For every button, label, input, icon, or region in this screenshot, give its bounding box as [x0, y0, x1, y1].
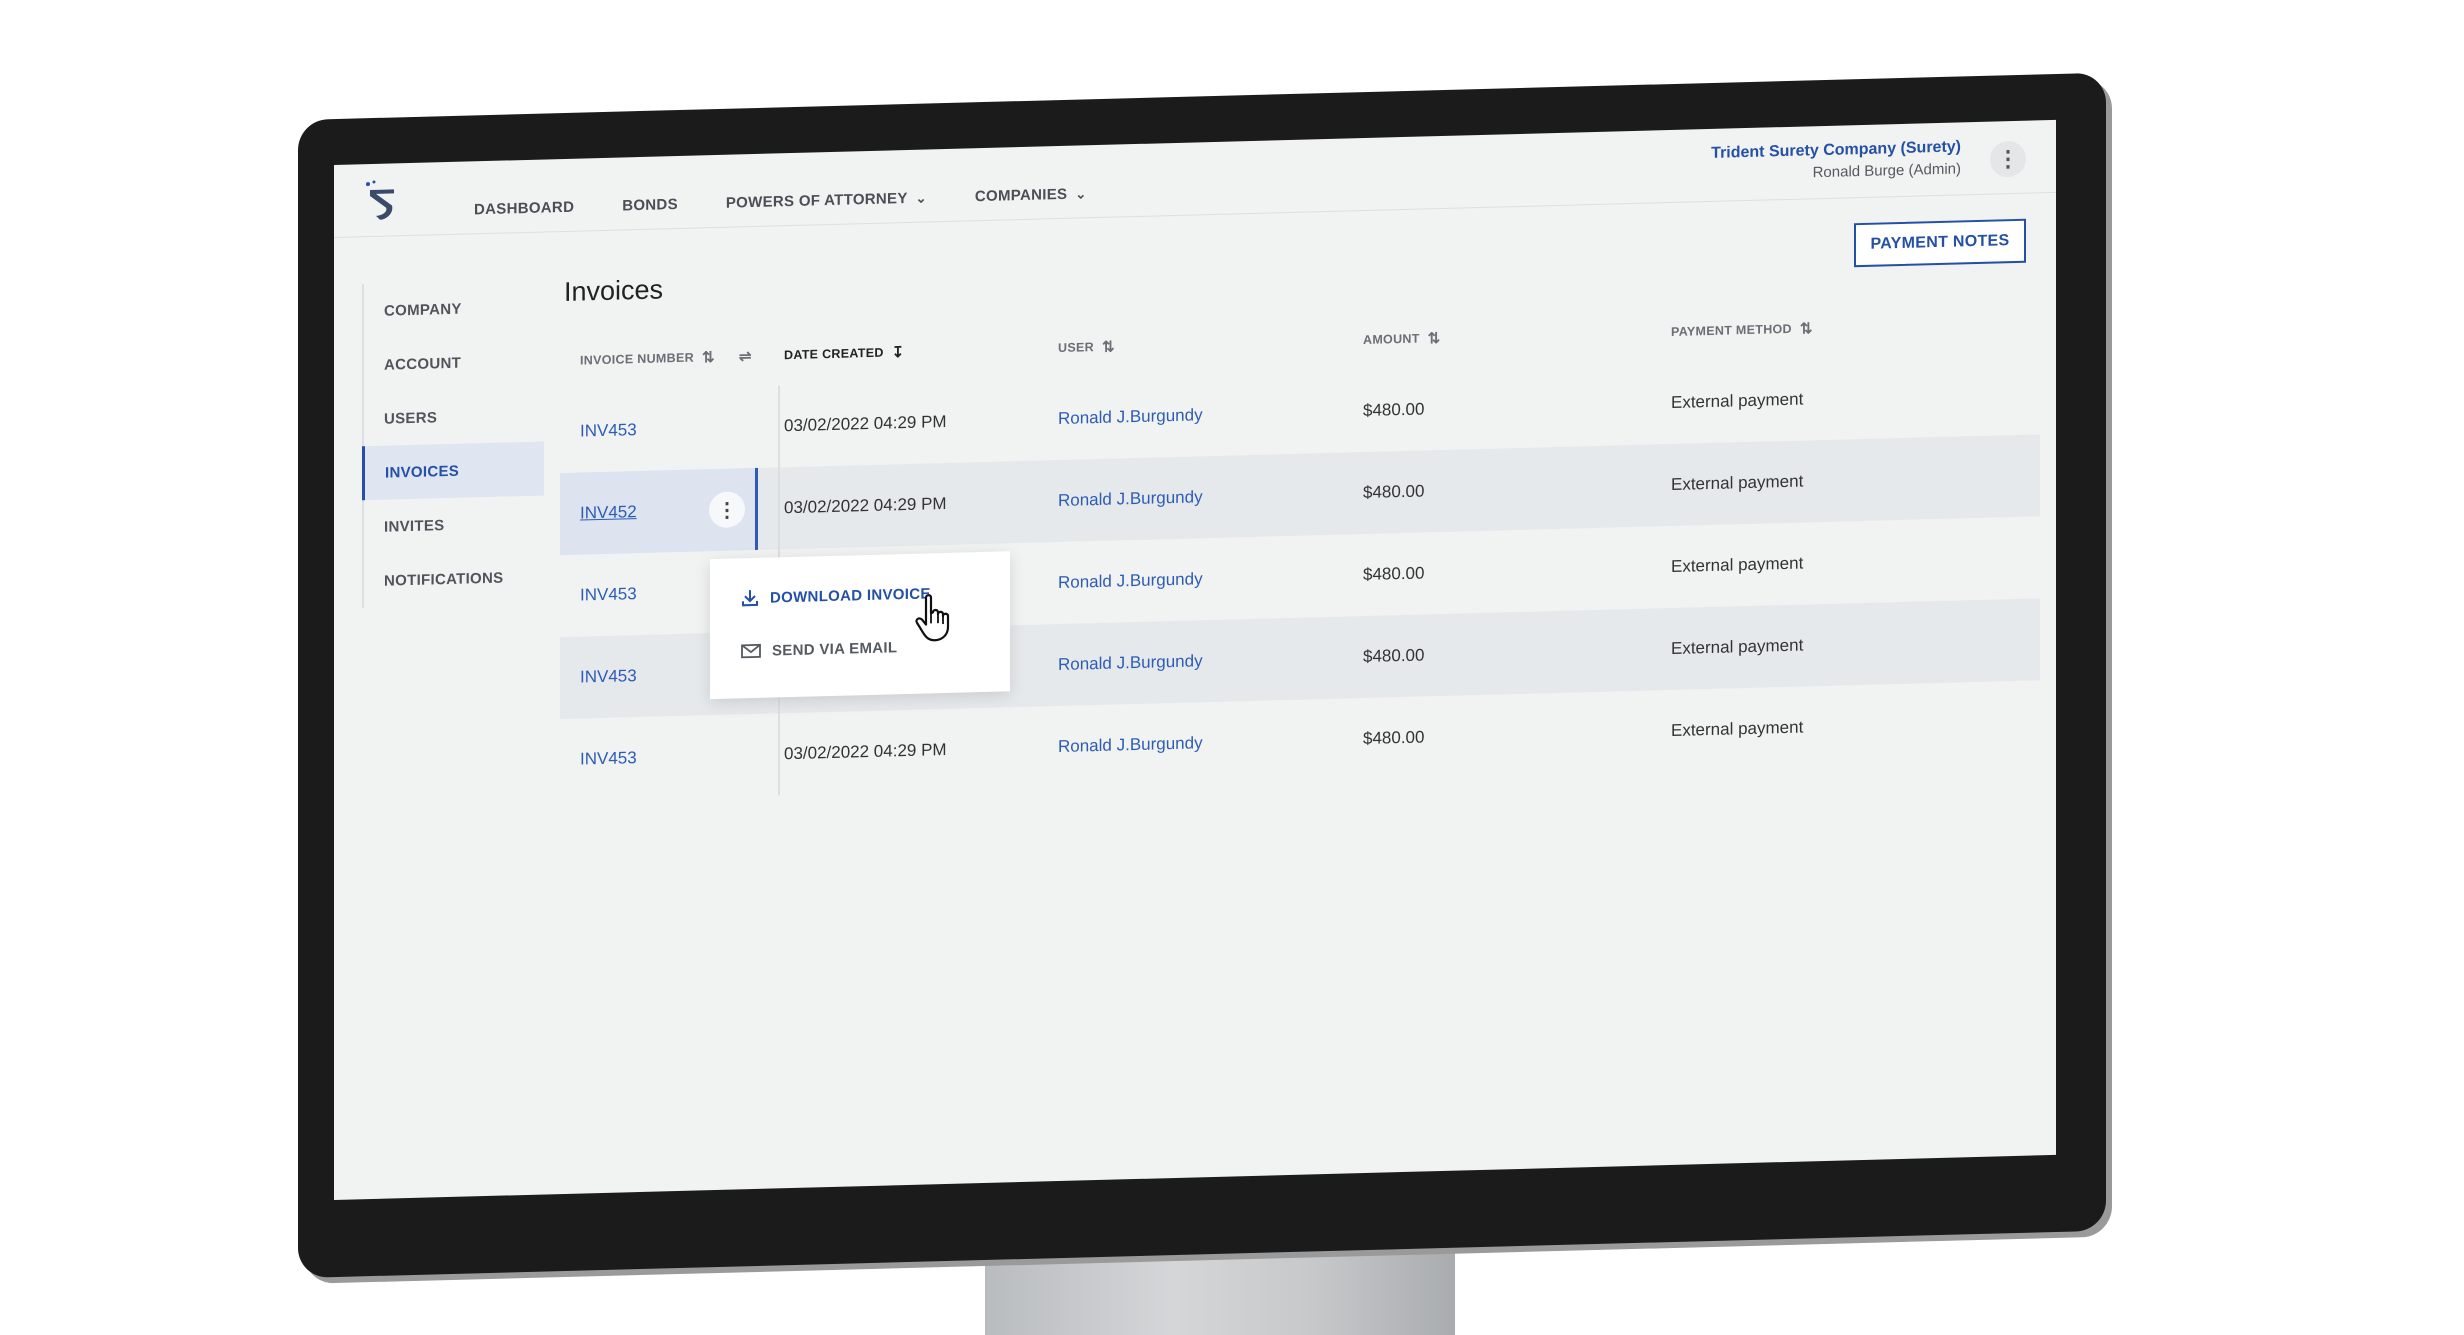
column-label: USER	[1058, 340, 1094, 356]
account-info[interactable]: Trident Surety Company (Surety) Ronald B…	[1711, 136, 1961, 187]
sort-icon[interactable]: ⇅	[702, 348, 715, 366]
column-label: PAYMENT METHOD	[1671, 321, 1792, 339]
amount-cell: $480.00	[1363, 481, 1425, 503]
sidebar-item-account[interactable]: ACCOUNT	[364, 334, 544, 393]
shield-logo-icon[interactable]	[362, 179, 402, 224]
send-via-email-menu-item[interactable]: SEND VIA EMAIL	[740, 638, 897, 660]
user-link[interactable]: Ronald J.Burgundy	[1058, 401, 1363, 429]
payment-method-cell: External payment	[1671, 635, 1804, 658]
invoice-number-link[interactable]: INV453	[580, 748, 637, 769]
invoices-table: INVOICE NUMBER ⇅ ⇌ DATE CREATED ↧ USER ⇅…	[560, 292, 2040, 801]
sort-descending-icon[interactable]: ↧	[892, 343, 905, 361]
nav-companies[interactable]: COMPANIES ⌄	[975, 185, 1087, 205]
column-header-invoice-number[interactable]: INVOICE NUMBER ⇅ ⇌	[560, 326, 758, 391]
column-label: INVOICE NUMBER	[580, 350, 694, 368]
chevron-down-icon: ⌄	[1075, 185, 1087, 202]
payment-notes-button[interactable]: PAYMENT NOTES	[1854, 218, 2026, 268]
download-icon	[742, 590, 758, 607]
user-link[interactable]: Ronald J.Burgundy	[1058, 483, 1363, 511]
amount-cell: $480.00	[1363, 399, 1425, 421]
amount-cell: $480.00	[1363, 727, 1425, 749]
amount-cell: $480.00	[1363, 645, 1425, 667]
nav-dashboard[interactable]: DASHBOARD	[474, 199, 574, 219]
column-filter-icon[interactable]: ⇌	[739, 347, 752, 365]
column-header-amount[interactable]: AMOUNT ⇅	[1363, 323, 1671, 349]
envelope-icon	[741, 643, 761, 659]
column-label: AMOUNT	[1363, 331, 1420, 348]
column-label: DATE CREATED	[784, 345, 884, 363]
date-created-cell: 03/02/2022 04:29 PM	[784, 739, 947, 764]
sidebar-item-notifications[interactable]: NOTIFICATIONS	[364, 550, 544, 609]
user-link[interactable]: Ronald J.Burgundy	[1058, 647, 1363, 675]
user-link[interactable]: Ronald J.Burgundy	[1058, 729, 1363, 757]
nav-label: COMPANIES	[974, 185, 1068, 206]
download-invoice-menu-item[interactable]: DOWNLOAD INVOICE	[740, 583, 931, 608]
app-screen: DASHBOARD BONDS POWERS OF ATTORNEY ⌄ COMP…	[334, 119, 2056, 1201]
invoice-number-link[interactable]: INV453	[580, 584, 637, 605]
sort-icon[interactable]: ⇅	[1428, 329, 1441, 347]
invoice-number-link[interactable]: INV452	[580, 502, 637, 523]
menu-item-label: SEND VIA EMAIL	[772, 638, 898, 660]
amount-cell: $480.00	[1363, 563, 1425, 585]
invoice-number-link[interactable]: INV453	[580, 420, 637, 441]
nav-powers-of-attorney[interactable]: POWERS OF ATTORNEY ⌄	[725, 189, 927, 212]
nav-label: DASHBOARD	[474, 198, 575, 219]
monitor-stand	[985, 1245, 1455, 1335]
nav-bonds[interactable]: BONDS	[622, 196, 678, 214]
date-created-cell: 03/02/2022 04:29 PM	[784, 493, 947, 518]
user-link[interactable]: Ronald J.Burgundy	[1058, 565, 1363, 593]
column-header-user[interactable]: USER ⇅	[1058, 331, 1363, 357]
payment-method-cell: External payment	[1671, 471, 1804, 494]
pointer-hand-cursor-icon	[915, 594, 950, 642]
sidebar-item-users[interactable]: USERS	[364, 388, 544, 447]
page-title: Invoices	[564, 274, 664, 307]
invoice-number-link[interactable]: INV453	[580, 666, 637, 687]
row-actions-menu: DOWNLOAD INVOICE SEND VIA EMAIL	[710, 551, 1010, 700]
menu-item-label: DOWNLOAD INVOICE	[770, 584, 931, 607]
more-options-icon[interactable]: ⋮	[1990, 140, 2026, 178]
sidebar-item-invites[interactable]: INVITES	[364, 496, 544, 555]
payment-method-cell: External payment	[1671, 717, 1804, 740]
nav-label: BONDS	[622, 195, 678, 215]
row-actions-icon[interactable]: ⋮	[709, 491, 745, 529]
date-created-cell: 03/02/2022 04:29 PM	[784, 411, 947, 436]
sidebar-item-company[interactable]: COMPANY	[364, 280, 544, 339]
column-header-date-created[interactable]: DATE CREATED ↧	[758, 339, 1058, 365]
payment-method-cell: External payment	[1671, 553, 1804, 576]
payment-method-cell: External payment	[1671, 389, 1804, 412]
sort-icon[interactable]: ⇅	[1800, 319, 1813, 337]
sort-icon[interactable]: ⇅	[1102, 338, 1115, 356]
sidebar-item-invoices[interactable]: INVOICES	[362, 441, 544, 501]
settings-sidebar: COMPANY ACCOUNT USERS INVOICES INVITES N…	[362, 279, 544, 609]
main-nav: DASHBOARD BONDS POWERS OF ATTORNEY ⌄ COMP…	[474, 185, 1087, 219]
chevron-down-icon: ⌄	[915, 189, 927, 206]
nav-label: POWERS OF ATTORNEY	[725, 189, 908, 212]
column-header-payment-method[interactable]: PAYMENT METHOD ⇅	[1671, 314, 2031, 341]
